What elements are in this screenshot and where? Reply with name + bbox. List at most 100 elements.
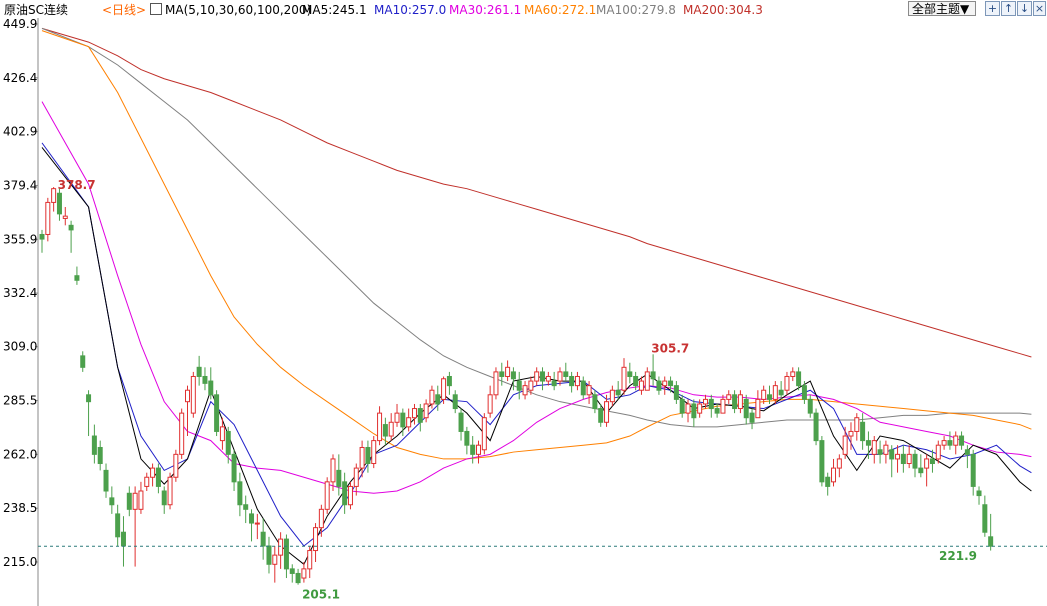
candle[interactable] <box>68 220 74 253</box>
candle[interactable] <box>307 545 313 579</box>
candle[interactable] <box>499 362 505 386</box>
candle[interactable] <box>662 376 668 395</box>
candle[interactable] <box>877 440 883 464</box>
candle[interactable] <box>231 449 237 491</box>
candle[interactable] <box>516 371 522 400</box>
candle[interactable] <box>959 431 965 450</box>
candle[interactable] <box>97 440 103 471</box>
candle[interactable] <box>755 390 761 419</box>
candle[interactable] <box>737 390 743 414</box>
candle[interactable] <box>708 394 714 418</box>
candle[interactable] <box>545 371 551 386</box>
candle[interactable] <box>208 367 214 400</box>
candle[interactable] <box>574 371 580 391</box>
candle[interactable] <box>807 394 813 418</box>
candle[interactable] <box>627 362 633 384</box>
candle[interactable] <box>842 426 848 459</box>
candle[interactable] <box>254 513 260 540</box>
candle[interactable] <box>196 355 202 386</box>
candle[interactable] <box>278 532 284 569</box>
candle[interactable] <box>929 449 935 473</box>
candle[interactable] <box>295 568 301 585</box>
candle[interactable] <box>371 436 377 469</box>
candle[interactable] <box>150 463 156 487</box>
candle[interactable] <box>481 413 487 455</box>
candle[interactable] <box>493 367 499 400</box>
candle[interactable] <box>109 486 115 514</box>
candle[interactable] <box>563 362 569 382</box>
candle[interactable] <box>441 376 447 404</box>
candle[interactable] <box>609 385 615 407</box>
candle[interactable] <box>237 472 243 517</box>
candle[interactable] <box>452 390 458 414</box>
candle[interactable] <box>534 367 540 386</box>
candle[interactable] <box>953 431 959 455</box>
candlestick-chart[interactable]: 449.9 426.4 402.9 379.4 355.9 332.4 309.0 285.5… <box>0 0 1047 606</box>
candle[interactable] <box>883 440 889 464</box>
candle[interactable] <box>749 408 755 430</box>
candle[interactable] <box>272 545 278 583</box>
candle[interactable] <box>470 436 476 464</box>
candle[interactable] <box>947 431 953 450</box>
candle[interactable] <box>912 449 918 478</box>
candle[interactable] <box>126 486 132 517</box>
candle[interactable] <box>342 472 348 514</box>
candle[interactable] <box>249 509 255 542</box>
candle[interactable] <box>551 371 557 391</box>
candle[interactable] <box>394 403 400 427</box>
candle[interactable] <box>406 408 412 432</box>
candle[interactable] <box>266 536 272 574</box>
candle[interactable] <box>906 445 912 469</box>
candle[interactable] <box>202 367 208 391</box>
candle[interactable] <box>964 445 970 469</box>
candle[interactable] <box>778 381 784 400</box>
candle[interactable] <box>801 381 807 404</box>
candle[interactable] <box>80 351 86 372</box>
candle[interactable] <box>324 477 330 514</box>
candle[interactable] <box>243 495 249 524</box>
candle[interactable] <box>510 367 516 391</box>
candle[interactable] <box>260 518 266 560</box>
candle[interactable] <box>301 562 307 583</box>
candle[interactable] <box>644 367 650 391</box>
candle[interactable] <box>691 399 697 427</box>
candle[interactable] <box>173 449 179 482</box>
candle[interactable] <box>941 436 947 450</box>
candle[interactable] <box>819 436 825 487</box>
candle[interactable] <box>889 445 895 478</box>
candle[interactable] <box>161 486 167 514</box>
candle[interactable] <box>313 523 319 562</box>
candle[interactable] <box>388 413 394 441</box>
candle[interactable] <box>836 454 842 478</box>
candles[interactable] <box>38 187 1047 585</box>
candle[interactable] <box>336 454 342 496</box>
candle[interactable] <box>487 385 493 418</box>
candle[interactable] <box>918 454 924 478</box>
candle[interactable] <box>103 463 109 498</box>
candle[interactable] <box>62 206 68 226</box>
candle[interactable] <box>476 440 481 464</box>
candle[interactable] <box>726 390 732 404</box>
candle[interactable] <box>51 187 57 212</box>
candle[interactable] <box>120 516 126 567</box>
candle[interactable] <box>825 472 831 496</box>
candle[interactable] <box>813 408 819 446</box>
candle[interactable] <box>283 534 289 579</box>
candle[interactable] <box>650 354 656 386</box>
candle[interactable] <box>289 564 295 583</box>
candle[interactable] <box>115 504 121 546</box>
candle[interactable] <box>673 381 679 404</box>
candle[interactable] <box>132 486 138 567</box>
candle[interactable] <box>91 424 97 464</box>
candle[interactable] <box>924 454 930 487</box>
candle[interactable] <box>138 481 144 514</box>
candle[interactable] <box>39 229 45 253</box>
candle[interactable] <box>185 385 190 437</box>
candle[interactable] <box>522 381 528 400</box>
candle[interactable] <box>225 426 231 464</box>
candle[interactable] <box>970 449 976 496</box>
candle[interactable] <box>74 266 80 285</box>
candle[interactable] <box>621 358 627 395</box>
candle[interactable] <box>86 390 92 437</box>
candle[interactable] <box>854 413 860 441</box>
